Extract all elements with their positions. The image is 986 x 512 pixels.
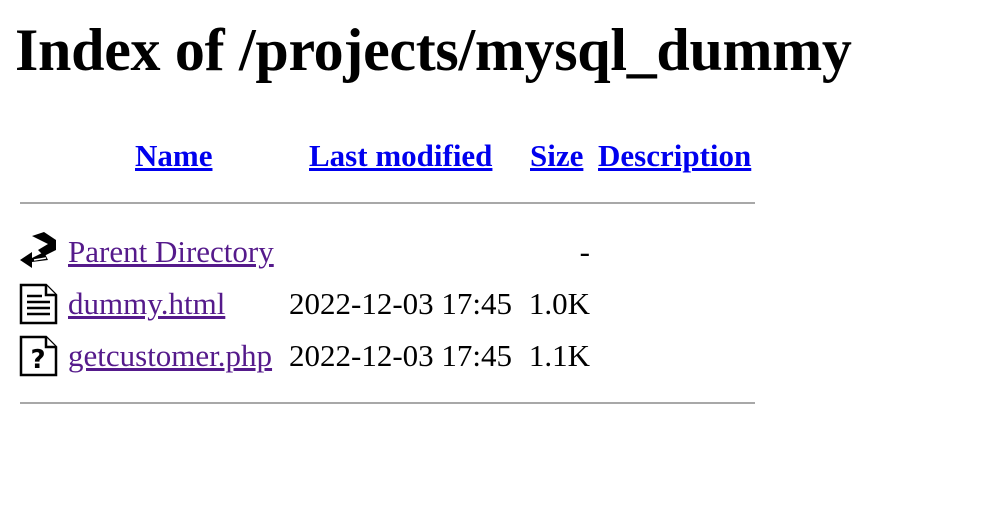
page-title: Index of /projects/mysql_dummy [15,17,852,83]
size-cell: - [579,234,590,269]
last-modified-cell: 2022-12-03 17:45 [289,286,513,321]
size-cell: 1.1K [528,338,590,373]
column-header-name[interactable]: Name [135,136,212,176]
table-row: dummy.html 2022-12-03 17:45 1.0K [18,282,758,326]
last-modified-cell: 2022-12-03 17:45 [289,338,513,373]
column-header-description[interactable]: Description [598,136,751,176]
column-header-last-modified[interactable]: Last modified [309,136,492,176]
parent-directory-link[interactable]: Parent Directory [68,232,274,272]
text-file-icon[interactable] [18,282,60,326]
file-link-getcustomer-php[interactable]: getcustomer.php [68,336,272,376]
svg-text:?: ? [30,345,45,375]
bottom-divider [20,402,755,404]
column-header-size[interactable]: Size [530,136,583,176]
unknown-file-icon[interactable]: ? [18,334,60,378]
table-row: Parent Directory - [18,230,758,274]
file-link-dummy-html[interactable]: dummy.html [68,284,225,324]
table-row: ? getcustomer.php 2022-12-03 17:45 1.1K [18,334,758,378]
back-arrow-icon[interactable] [18,230,60,274]
size-cell: 1.0K [528,286,590,321]
top-divider [20,202,755,204]
